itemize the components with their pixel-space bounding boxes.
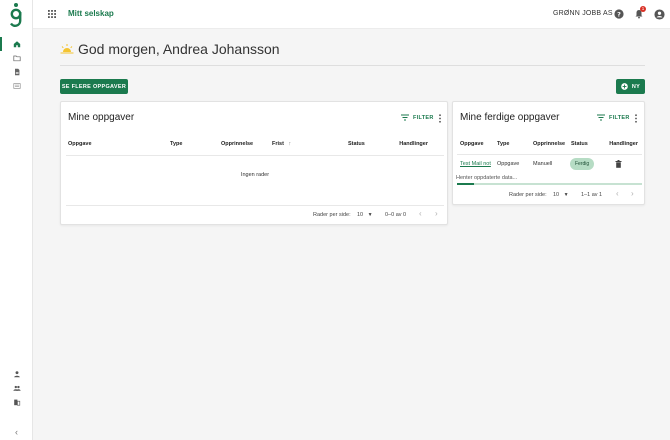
greeting: God morgen, Andrea Johansson	[60, 41, 280, 57]
column-header-deadline[interactable]: Frist ↑	[272, 141, 291, 147]
pagination-range: 1–1 av 1	[581, 192, 603, 198]
filter-icon	[597, 114, 605, 121]
column-header-origin[interactable]: Opprinnelse	[221, 141, 253, 147]
top-bar: Mitt selskap GRØNN JOBB AS ? 1	[33, 0, 670, 29]
rows-per-page-label: Rader per side:	[313, 212, 351, 218]
collapse-sidebar-button[interactable]: ‹	[0, 425, 33, 439]
empty-rows-message: Ingen rader	[240, 172, 270, 178]
add-circle-icon	[621, 83, 628, 90]
done-tasks-title: Mine ferdige oppgaver	[460, 112, 560, 123]
greeting-text: God morgen, Andrea Johansson	[78, 41, 280, 57]
folder-icon	[12, 55, 21, 62]
rows-per-page-select[interactable]: 10 ▼	[357, 212, 373, 218]
my-tasks-title: Mine oppgaver	[68, 112, 135, 123]
task-link[interactable]: Test Mail not	[460, 161, 491, 167]
sidebar-item-folder[interactable]	[0, 51, 33, 65]
new-button-label: NY	[631, 83, 641, 90]
notifications-button[interactable]: 1	[633, 6, 646, 20]
svg-text:?: ?	[617, 10, 621, 18]
pagination-range: 0–0 av 0	[385, 212, 407, 218]
column-header-actions[interactable]: Handlinger	[603, 141, 638, 147]
delete-icon[interactable]	[615, 160, 622, 168]
previous-page-icon[interactable]: ‹	[616, 189, 619, 198]
loading-progress-fill	[457, 183, 474, 185]
task-type: Oppgave	[497, 161, 520, 167]
my-tasks-card: Mine oppgaver FILTER Oppgave Type Opprin…	[60, 101, 448, 225]
next-page-icon[interactable]: ›	[631, 189, 634, 198]
sidebar-item-organization[interactable]	[0, 395, 33, 409]
see-more-tasks-button[interactable]: SE FLERE OPPGAVER	[60, 79, 128, 94]
task-origin: Manuell	[533, 161, 553, 167]
new-button[interactable]: NY	[616, 79, 645, 94]
building-icon	[13, 399, 20, 406]
company-name[interactable]: GRØNN JOBB AS	[553, 10, 613, 17]
more-vertical-icon[interactable]	[438, 114, 442, 123]
more-vertical-icon[interactable]	[634, 114, 638, 123]
next-page-icon[interactable]: ›	[435, 209, 438, 218]
company-logo	[9, 3, 22, 27]
done-tasks-filter-button[interactable]: FILTER	[597, 114, 630, 121]
previous-page-icon[interactable]: ‹	[419, 209, 422, 218]
dropdown-arrow-icon: ▼	[563, 192, 569, 198]
document-icon	[14, 68, 19, 76]
rows-per-page-value: 10	[357, 212, 364, 218]
filter-label: FILTER	[609, 114, 630, 121]
column-header-actions[interactable]: Handlinger	[371, 141, 428, 147]
account-icon	[653, 8, 665, 20]
list-icon	[12, 83, 21, 89]
loading-message: Henter oppdaterte data...	[456, 175, 518, 181]
column-header-type[interactable]: Type	[170, 141, 182, 147]
person-icon	[13, 371, 20, 378]
app-title[interactable]: Mitt selskap	[68, 9, 114, 18]
loading-progress-bar	[457, 183, 642, 185]
column-header-origin[interactable]: Opprinnelse	[533, 141, 565, 147]
footer-divider	[66, 205, 444, 206]
status-badge: Ferdig	[570, 158, 595, 170]
my-tasks-filter-button[interactable]: FILTER	[401, 114, 434, 121]
divider	[60, 65, 645, 66]
sidebar-item-person[interactable]	[0, 367, 33, 381]
sidebar-item-home[interactable]	[0, 37, 33, 51]
column-header-task[interactable]: Oppgave	[460, 141, 484, 147]
help-icon: ?	[614, 9, 624, 19]
account-button[interactable]	[653, 8, 665, 20]
filter-label: FILTER	[413, 114, 434, 121]
sidebar: ‹	[0, 0, 33, 440]
people-icon	[12, 385, 21, 391]
header-divider	[457, 154, 642, 155]
rows-per-page-value: 10	[553, 192, 560, 198]
sidebar-item-list[interactable]	[0, 79, 33, 93]
done-tasks-card: Mine ferdige oppgaver FILTER Oppgave Typ…	[452, 101, 645, 205]
rows-per-page-select[interactable]: 10 ▼	[553, 192, 569, 198]
home-icon	[13, 41, 20, 48]
sort-ascending-icon: ↑	[288, 141, 292, 147]
sidebar-item-people[interactable]	[0, 381, 33, 395]
column-header-status[interactable]: Status	[571, 141, 588, 147]
filter-icon	[401, 114, 409, 121]
sunrise-icon	[60, 44, 74, 54]
column-header-task[interactable]: Oppgave	[68, 141, 92, 147]
help-button[interactable]: ?	[613, 8, 625, 20]
notification-badge: 1	[640, 6, 646, 12]
rows-per-page-label: Rader per side:	[509, 192, 547, 198]
header-divider	[66, 155, 444, 156]
column-header-deadline-label: Frist	[272, 141, 284, 147]
column-header-status[interactable]: Status	[348, 141, 365, 147]
column-header-type[interactable]: Type	[497, 141, 509, 147]
sidebar-item-documents[interactable]	[0, 65, 33, 79]
dropdown-arrow-icon: ▼	[367, 212, 373, 218]
apps-grid-icon[interactable]	[48, 10, 56, 18]
